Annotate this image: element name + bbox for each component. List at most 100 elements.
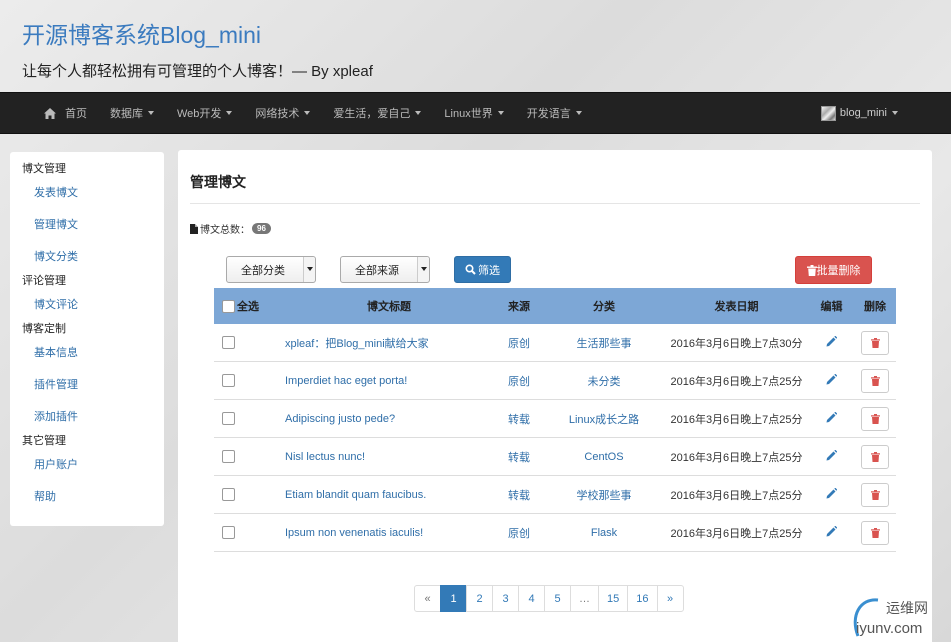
- delete-row-button[interactable]: [861, 330, 889, 355]
- page-3[interactable]: 3: [492, 585, 519, 612]
- avatar: [820, 105, 836, 121]
- admin-sidebar: 博文管理 发表博文 管理博文 博文分类 评论管理 博文评论 博客定制 基本信息 …: [10, 152, 164, 526]
- batch-delete-label: 批量删除: [816, 265, 861, 277]
- row-checkbox[interactable]: [222, 412, 235, 425]
- nav-dropdown-linux[interactable]: Linux世界: [444, 105, 504, 121]
- sidebar-item-post-categories[interactable]: 博文分类: [22, 250, 164, 274]
- nav-dropdown-network[interactable]: 网络技术: [255, 105, 311, 121]
- col-date: 发表日期: [714, 301, 759, 313]
- sidebar-item-plugin-manage[interactable]: 插件管理: [22, 378, 164, 410]
- post-category-link[interactable]: Linux成长之路: [569, 414, 639, 426]
- post-source-link[interactable]: 转载: [508, 490, 530, 502]
- row-checkbox[interactable]: [222, 336, 235, 349]
- table-row: xpleaf：把Blog_mini献给大家 原创 生活那些事 2016年3月6日…: [214, 324, 896, 362]
- nav-label: Linux世界: [444, 108, 493, 120]
- post-date: 2016年3月6日晚上7点25分: [670, 489, 803, 502]
- page-1[interactable]: 1: [440, 585, 467, 612]
- nav-label: 开发语言: [526, 108, 571, 120]
- post-category-link[interactable]: Flask: [591, 527, 617, 539]
- nav-label: 数据库: [110, 108, 143, 120]
- sidebar-item-user-account[interactable]: 用户账户: [22, 458, 164, 490]
- post-source-link[interactable]: 转载: [508, 452, 530, 464]
- post-title-link[interactable]: xpleaf：把Blog_mini献给大家: [284, 338, 429, 350]
- post-source-link[interactable]: 转载: [508, 414, 530, 426]
- post-total: 博文总数： 96: [190, 221, 271, 236]
- sidebar-group-posts: 博文管理: [22, 163, 66, 175]
- table-row: Adipiscing justo pede? 转载 Linux成长之路 2016…: [214, 400, 896, 438]
- nav-home[interactable]: 首页: [44, 105, 87, 121]
- main-panel: 管理博文 博文总数： 96 全部分类 全部来源 筛选 批量删除 全选 博文标题 …: [178, 150, 932, 642]
- nav-dropdown-database[interactable]: 数据库: [110, 105, 154, 121]
- page-next[interactable]: »: [656, 585, 684, 612]
- post-title-link[interactable]: Nisl lectus nunc!: [284, 451, 365, 463]
- posts-table: 全选 博文标题 来源 分类 发表日期 编辑 删除 xpleaf：把Blog_mi…: [214, 288, 896, 552]
- page-16[interactable]: 16: [627, 585, 658, 612]
- post-category-link[interactable]: 生活那些事: [577, 338, 632, 350]
- post-title-link[interactable]: Ipsum non venenatis iaculis!: [284, 527, 423, 539]
- pencil-icon[interactable]: [826, 411, 837, 423]
- nav-label: Web开发: [177, 108, 222, 120]
- table-row: Etiam blandit quam faucibus. 转载 学校那些事 20…: [214, 476, 896, 514]
- page-2[interactable]: 2: [466, 585, 493, 612]
- source-select[interactable]: 全部来源: [340, 256, 430, 283]
- page-ellipsis: …: [570, 585, 599, 612]
- post-title-link[interactable]: Imperdiet hac eget porta!: [284, 375, 407, 387]
- pencil-icon[interactable]: [826, 373, 837, 385]
- post-date: 2016年3月6日晚上7点25分: [670, 413, 803, 426]
- select-all-checkbox[interactable]: [222, 299, 235, 313]
- nav-dropdown-web[interactable]: Web开发: [177, 105, 233, 121]
- post-title-link[interactable]: Etiam blandit quam faucibus.: [284, 489, 426, 501]
- sidebar-item-new-post[interactable]: 发表博文: [22, 186, 164, 218]
- caret-down-icon: [226, 111, 233, 115]
- row-checkbox[interactable]: [222, 374, 235, 387]
- delete-row-button[interactable]: [861, 482, 889, 507]
- post-title-link[interactable]: Adipiscing justo pede?: [284, 413, 395, 425]
- sidebar-item-help[interactable]: 帮助: [22, 490, 164, 514]
- delete-row-button[interactable]: [861, 368, 889, 393]
- page-4[interactable]: 4: [518, 585, 545, 612]
- pencil-icon[interactable]: [826, 525, 837, 537]
- page-5[interactable]: 5: [544, 585, 571, 612]
- filter-button-label: 筛选: [478, 264, 500, 277]
- row-checkbox[interactable]: [222, 488, 235, 501]
- category-select[interactable]: 全部分类: [226, 256, 316, 283]
- pencil-icon[interactable]: [826, 449, 837, 461]
- post-source-link[interactable]: 原创: [508, 528, 530, 540]
- delete-row-button[interactable]: [861, 406, 889, 431]
- nav-dropdown-life[interactable]: 爱生活，爱自己: [333, 105, 422, 121]
- table-row: Nisl lectus nunc! 转载 CentOS 2016年3月6日晚上7…: [214, 438, 896, 476]
- sidebar-item-manage-posts[interactable]: 管理博文: [22, 218, 164, 250]
- site-header: 开源博客系统Blog_mini 让每个人都轻松拥有可管理的个人博客！— By x…: [0, 0, 951, 92]
- col-delete: 删除: [864, 301, 886, 313]
- post-category-link[interactable]: 未分类: [588, 376, 621, 388]
- nav-dropdown-languages[interactable]: 开发语言: [527, 105, 582, 121]
- post-date: 2016年3月6日晚上7点30分: [670, 337, 803, 350]
- caret-down-icon: [415, 111, 422, 115]
- post-category-link[interactable]: 学校那些事: [577, 490, 632, 502]
- post-source-link[interactable]: 原创: [508, 376, 530, 388]
- site-title[interactable]: 开源博客系统Blog_mini: [22, 16, 929, 50]
- pencil-icon[interactable]: [826, 487, 837, 499]
- page-15[interactable]: 15: [598, 585, 629, 612]
- row-checkbox[interactable]: [222, 526, 235, 539]
- pencil-icon[interactable]: [826, 335, 837, 347]
- sidebar-item-post-comments[interactable]: 博文评论: [22, 298, 164, 322]
- trash-icon: [870, 375, 880, 386]
- filter-button[interactable]: 筛选: [454, 256, 511, 283]
- pagination: « 1 2 3 4 5 … 15 16 »: [414, 585, 684, 612]
- sidebar-item-basic-info[interactable]: 基本信息: [22, 346, 164, 378]
- sidebar-group-other: 其它管理: [22, 435, 66, 447]
- delete-row-button[interactable]: [861, 444, 889, 469]
- select-arrow-icon: [303, 257, 315, 282]
- row-checkbox[interactable]: [222, 450, 235, 463]
- user-menu[interactable]: blog_mini: [820, 105, 898, 121]
- post-source-link[interactable]: 原创: [508, 338, 530, 350]
- sidebar-item-add-plugin[interactable]: 添加插件: [22, 410, 164, 434]
- trash-icon: [870, 413, 880, 424]
- watermark-bottom: iyunv.com: [856, 620, 923, 637]
- page-prev[interactable]: «: [414, 585, 441, 612]
- nav-label: 网络技术: [255, 108, 300, 120]
- batch-delete-button[interactable]: 批量删除: [795, 256, 872, 284]
- post-category-link[interactable]: CentOS: [584, 451, 623, 463]
- delete-row-button[interactable]: [861, 520, 889, 545]
